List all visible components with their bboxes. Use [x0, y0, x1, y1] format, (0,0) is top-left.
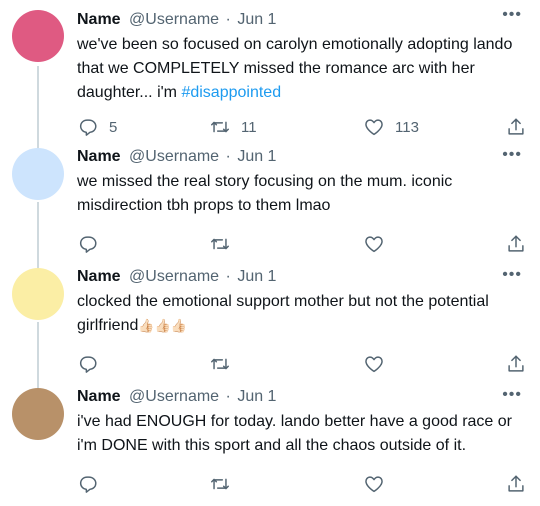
share-button[interactable]	[505, 233, 527, 255]
thread-line	[37, 66, 39, 146]
separator-dot: ·	[225, 388, 231, 405]
reply-button[interactable]	[77, 473, 109, 495]
retweet-button[interactable]	[209, 473, 241, 495]
share-button[interactable]	[505, 353, 527, 375]
tweet-header: Name @Username · Jun 1	[77, 147, 522, 167]
hashtag-link[interactable]: #disappointed	[181, 84, 281, 101]
tweet-text: clocked the emotional support mother but…	[77, 290, 522, 338]
reply-count: 5	[109, 118, 118, 136]
tweet-actions	[77, 473, 524, 495]
retweet-button[interactable]	[209, 353, 241, 375]
tweet[interactable]: Name @Username · Jun 1 we've been so foc…	[0, 0, 540, 146]
tweet-content: Name @Username · Jun 1 we missed the rea…	[77, 147, 522, 218]
share-icon	[508, 355, 524, 372]
display-name[interactable]: Name	[77, 388, 121, 405]
share-icon	[508, 475, 524, 492]
more-icon[interactable]: •••	[502, 147, 522, 163]
like-button[interactable]	[363, 353, 395, 375]
tweet-text: we've been so focused on carolyn emotion…	[77, 33, 522, 105]
separator-dot: ·	[225, 148, 231, 165]
tweet-actions: 5 11 113	[77, 116, 524, 138]
tweet-text: i've had ENOUGH for today. lando better …	[77, 413, 512, 454]
like-button[interactable]: 113	[363, 116, 419, 138]
like-button[interactable]	[363, 233, 395, 255]
tweet[interactable]: Name @Username · Jun 1 i've had ENOUGH f…	[0, 380, 540, 500]
tweet-header: Name @Username · Jun 1	[77, 10, 522, 30]
avatar[interactable]	[12, 10, 64, 62]
tweet-actions	[77, 353, 524, 375]
retweet-icon	[211, 238, 229, 250]
thumbs-up-emoji: 👍🏻👍🏻👍🏻	[138, 318, 187, 333]
tweet[interactable]: Name @Username · Jun 1 we missed the rea…	[0, 140, 540, 260]
separator-dot: ·	[225, 268, 231, 285]
thread-line	[37, 202, 39, 260]
thread-line	[37, 140, 39, 148]
reply-icon	[79, 476, 97, 493]
heart-icon	[365, 119, 383, 136]
display-name[interactable]: Name	[77, 268, 121, 285]
reply-icon	[79, 236, 97, 253]
retweet-count: 11	[241, 118, 257, 136]
more-icon[interactable]: •••	[502, 387, 522, 403]
tweet-header: Name @Username · Jun 1	[77, 267, 522, 287]
tweet[interactable]: Name @Username · Jun 1 clocked the emoti…	[0, 260, 540, 380]
tweet-date[interactable]: Jun 1	[237, 268, 276, 285]
retweet-icon	[211, 478, 229, 490]
thread-line	[37, 322, 39, 380]
tweet-date[interactable]: Jun 1	[237, 11, 276, 28]
tweet-date[interactable]: Jun 1	[237, 388, 276, 405]
heart-icon	[365, 236, 383, 253]
reply-button[interactable]: 5	[77, 116, 117, 138]
reply-icon	[79, 356, 97, 373]
retweet-button[interactable]: 11	[209, 116, 257, 138]
tweet-text: we missed the real story focusing on the…	[77, 173, 453, 214]
separator-dot: ·	[225, 11, 231, 28]
tweet-actions	[77, 233, 524, 255]
more-icon[interactable]: •••	[502, 267, 522, 283]
reply-icon	[79, 119, 97, 136]
heart-icon	[365, 476, 383, 493]
tweet-date[interactable]: Jun 1	[237, 148, 276, 165]
tweet-text-body: we've been so focused on carolyn emotion…	[77, 36, 513, 101]
reply-button[interactable]	[77, 353, 109, 375]
like-count: 113	[395, 118, 419, 136]
thread-line	[37, 380, 39, 388]
username[interactable]: @Username	[129, 388, 219, 405]
tweet-content: Name @Username · Jun 1 i've had ENOUGH f…	[77, 387, 522, 458]
username[interactable]: @Username	[129, 11, 219, 28]
tweet-content: Name @Username · Jun 1 clocked the emoti…	[77, 267, 522, 338]
display-name[interactable]: Name	[77, 148, 121, 165]
avatar[interactable]	[12, 388, 64, 440]
username[interactable]: @Username	[129, 268, 219, 285]
avatar[interactable]	[12, 148, 64, 200]
like-button[interactable]	[363, 473, 395, 495]
retweet-icon	[211, 358, 229, 370]
tweet-thread: Name @Username · Jun 1 we've been so foc…	[0, 0, 540, 506]
avatar[interactable]	[12, 268, 64, 320]
share-button[interactable]	[505, 116, 527, 138]
username[interactable]: @Username	[129, 148, 219, 165]
thread-line	[37, 260, 39, 268]
tweet-header: Name @Username · Jun 1	[77, 387, 522, 407]
display-name[interactable]: Name	[77, 11, 121, 28]
share-icon	[508, 235, 524, 252]
heart-icon	[365, 356, 383, 373]
share-icon	[508, 118, 524, 135]
retweet-icon	[211, 121, 229, 133]
share-button[interactable]	[505, 473, 527, 495]
more-icon[interactable]: •••	[502, 7, 522, 23]
reply-button[interactable]	[77, 233, 109, 255]
retweet-button[interactable]	[209, 233, 241, 255]
tweet-content: Name @Username · Jun 1 we've been so foc…	[77, 10, 522, 105]
